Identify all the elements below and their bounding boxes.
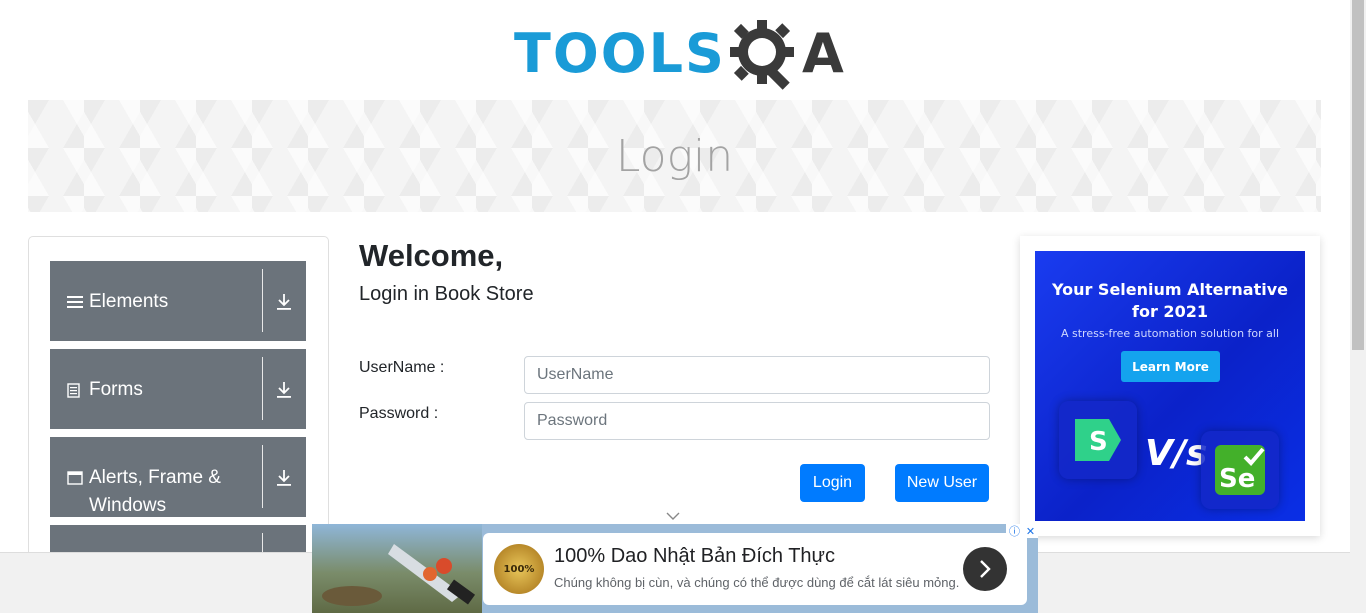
sidebar-group-label: Alerts, Frame & Windows: [89, 467, 221, 516]
sidebar-group-label: Elements: [89, 291, 169, 312]
knife-image: [322, 544, 476, 606]
logo-text: TOOLS: [514, 22, 726, 85]
logo-suffix: A: [801, 22, 844, 85]
guarantee-badge-icon: 100%: [494, 544, 544, 594]
ad-card[interactable]: 100% 100% Dao Nhật Bản Đích Thực Chúng k…: [483, 533, 1027, 605]
download-arrow-icon[interactable]: [276, 381, 292, 399]
versus-text: V/s: [1145, 433, 1208, 474]
svg-text:S: S: [1089, 427, 1108, 457]
katalon-logo-tile: S: [1059, 401, 1137, 479]
new-user-button[interactable]: New User: [895, 464, 989, 502]
login-button[interactable]: Login: [800, 464, 865, 502]
bottom-advertisement[interactable]: 100% 100% Dao Nhật Bản Đích Thực Chúng k…: [312, 524, 1038, 613]
chevron-down-icon[interactable]: [665, 511, 681, 521]
ad-description: Chúng không bị cùn, và chúng có thể được…: [554, 575, 960, 590]
divider: [262, 269, 263, 332]
username-input[interactable]: [524, 356, 990, 394]
learn-more-button[interactable]: Learn More: [1121, 351, 1220, 382]
ad-title: Your Selenium Alternative for 2021: [1051, 280, 1289, 321]
selenium-logo-tile: Se: [1201, 431, 1279, 509]
page-banner: Login: [28, 100, 1321, 212]
selenium-ad[interactable]: Your Selenium Alternative for 2021 A str…: [1035, 251, 1305, 521]
ad-next-button[interactable]: [963, 547, 1007, 591]
scrollbar-thumb[interactable]: [1352, 0, 1364, 350]
page: TOOLS A Login Elements Forms Alerts, Fra…: [0, 0, 1366, 613]
divider: [262, 357, 263, 420]
selenium-logo-icon: Se: [1215, 445, 1265, 495]
ad-headline: 100% Dao Nhật Bản Đích Thực: [554, 545, 835, 567]
sidebar-group-forms[interactable]: Forms: [50, 349, 306, 429]
sidebar-group-alerts[interactable]: Alerts, Frame & Windows: [50, 437, 306, 517]
divider: [262, 445, 263, 508]
sidebar-group-elements[interactable]: Elements: [50, 261, 306, 341]
welcome-heading: Welcome,: [359, 238, 504, 273]
gear-magnifier-icon: [729, 20, 794, 90]
sidebar: Elements Forms Alerts, Frame & Windows: [28, 236, 329, 566]
ad-choices[interactable]: ⓘ ✕: [1006, 524, 1038, 538]
window-icon: [67, 471, 83, 485]
close-icon[interactable]: ✕: [1026, 525, 1035, 538]
download-arrow-icon[interactable]: [276, 469, 292, 487]
username-label: UserName :: [359, 359, 445, 376]
document-icon: [67, 383, 80, 398]
vertical-scrollbar[interactable]: [1350, 0, 1366, 613]
toolsqa-logo[interactable]: TOOLS A: [514, 16, 844, 92]
ad-subtitle: A stress-free automation solution for al…: [1060, 327, 1280, 340]
svg-text:Se: Se: [1219, 464, 1255, 494]
chevron-right-icon: [980, 560, 991, 578]
password-label: Password :: [359, 405, 439, 422]
sidebar-group-label: Forms: [89, 379, 143, 400]
login-subtitle: Login in Book Store: [359, 283, 534, 305]
menu-icon: [67, 296, 83, 308]
download-arrow-icon[interactable]: [276, 293, 292, 311]
page-title: Login: [615, 130, 734, 182]
ad-product-image: [312, 524, 482, 613]
password-input[interactable]: [524, 402, 990, 440]
right-advertisement[interactable]: Your Selenium Alternative for 2021 A str…: [1020, 236, 1320, 536]
katalon-logo-icon: S: [1075, 419, 1121, 461]
info-icon[interactable]: ⓘ: [1009, 523, 1020, 539]
